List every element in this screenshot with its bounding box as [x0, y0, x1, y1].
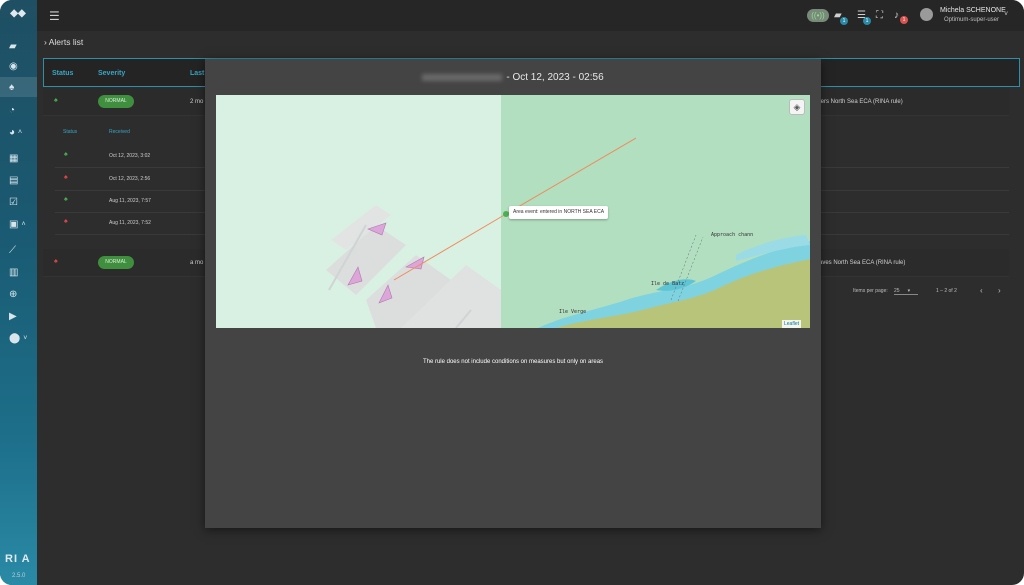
- bell-alert-icon: ♠: [64, 174, 68, 181]
- page-title: Alerts list: [48, 37, 84, 47]
- bell-ok-icon: ♠: [64, 151, 68, 158]
- chevron-up-icon: ˄: [21, 220, 26, 228]
- sidebar-item-ships[interactable]: ▰: [0, 36, 37, 56]
- hamburger-menu-icon[interactable]: ☰: [49, 9, 60, 23]
- layers-icon[interactable]: ◈: [789, 99, 805, 115]
- map-view[interactable]: ◈ Area event: entered in NORTH SEA ECA A…: [216, 95, 810, 328]
- sidebar-item-targets[interactable]: ⊕: [0, 284, 37, 304]
- description-cell: aves North Sea ECA (RINA rule): [819, 260, 906, 266]
- top-bar: ☰ ((•)) ▰ 1 ☰ 1 ⛶ ♪ 1 Michela SCHENONE O…: [37, 0, 1024, 31]
- ship-icon: ▰: [9, 40, 17, 52]
- target-icon: ⊕: [9, 288, 18, 300]
- items-per-page-label: Items per page:: [853, 288, 888, 294]
- sidebar-item-trends[interactable]: ⟋: [0, 240, 37, 260]
- column-header-last[interactable]: Last: [190, 70, 204, 77]
- chevron-down-icon: ˅: [23, 334, 28, 342]
- video-icon: ▶: [9, 310, 17, 322]
- sidebar-item-media[interactable]: ▶: [0, 306, 37, 326]
- pie-chart-icon: ◕: [9, 126, 16, 138]
- map-attribution[interactable]: Leaflet: [782, 320, 802, 328]
- map-label-ile-verge: Ile Verge: [559, 309, 587, 315]
- checklist-icon: ☑: [9, 196, 18, 208]
- redacted-ship-name: [422, 73, 503, 81]
- received-cell: Aug 11, 2023, 7:52: [109, 220, 151, 226]
- avatar[interactable]: [920, 8, 933, 21]
- sidebar-item-reports[interactable]: ▣ ˄: [0, 214, 37, 234]
- user-name: Michela SCHENONE: [940, 7, 1006, 14]
- alerts-badge: 1: [900, 16, 908, 24]
- user-menu-chevron-icon[interactable]: ˅: [1004, 11, 1008, 18]
- company-logo[interactable]: ◆◆: [8, 8, 28, 22]
- sidebar-item-alerts[interactable]: ♠: [0, 77, 37, 97]
- items-per-page-value: 25: [894, 288, 900, 294]
- sidebar-item-logbook[interactable]: ▥: [0, 262, 37, 282]
- dropdown-arrow-icon: ▾: [907, 288, 911, 294]
- bell-alert-icon: ♠: [64, 218, 68, 225]
- dialog-title: - Oct 12, 2023 - 02:56: [205, 72, 821, 83]
- user-role: Optimum-super-user: [944, 17, 1000, 23]
- column-header-severity[interactable]: Severity: [98, 70, 125, 77]
- sidebar-item-map[interactable]: ◉: [0, 56, 37, 76]
- alerts-bell-icon[interactable]: ♪: [894, 10, 899, 21]
- last-cell: a mo: [190, 260, 204, 266]
- sidebar-item-calendar[interactable]: ▤: [0, 170, 37, 190]
- rule-info-message: The rule does not include conditions on …: [422, 359, 604, 365]
- severity-badge: NORMAL: [98, 95, 134, 108]
- sidebar-item-analytics[interactable]: ◕ ˄: [0, 122, 37, 142]
- sidebar-item-checklist[interactable]: ☑: [0, 192, 37, 212]
- attribution-link[interactable]: Leaflet: [784, 321, 799, 327]
- subtable-header-status: Status: [63, 129, 78, 135]
- globe-icon: ◉: [9, 60, 18, 72]
- book-icon: ▥: [9, 266, 19, 278]
- bell-icon: ♠: [9, 81, 15, 93]
- chevron-up-icon: ˄: [18, 128, 23, 136]
- previous-page-button[interactable]: ‹: [980, 286, 983, 295]
- received-cell: Oct 12, 2023, 2:56: [109, 176, 151, 182]
- dialog-title-date: - Oct 12, 2023 - 02:56: [506, 72, 604, 83]
- alert-detail-dialog: - Oct 12, 2023 - 02:56 ◈ Area event: ent…: [205, 59, 821, 528]
- last-cell: 2 mo: [190, 99, 204, 105]
- map-label-approach: Approach chann: [711, 232, 754, 238]
- trend-icon: ⟋: [9, 244, 16, 256]
- received-cell: Oct 12, 2023, 3:02: [109, 153, 151, 159]
- fullscreen-icon[interactable]: ⛶: [876, 10, 883, 21]
- next-page-button[interactable]: ›: [998, 286, 1001, 295]
- dashboard-icon: ▦: [9, 152, 19, 164]
- description-cell: ters North Sea ECA (RINA rule): [819, 99, 903, 105]
- severity-badge: NORMAL: [98, 256, 134, 269]
- subtable-header-received: Received: [109, 129, 130, 135]
- breadcrumb: › Alerts list: [44, 37, 83, 47]
- calendar-icon: ▤: [9, 174, 19, 186]
- bell-ok-icon: ♠: [54, 97, 58, 104]
- product-logo: RI A: [5, 553, 31, 565]
- sidebar-item-dashboard[interactable]: ▦: [0, 148, 37, 168]
- gauge-icon: ◔: [9, 104, 16, 116]
- column-header-status[interactable]: Status: [52, 70, 73, 77]
- bell-alert-icon: ♠: [54, 258, 58, 265]
- sidebar-item-locations[interactable]: ⬤ ˅: [0, 328, 37, 348]
- map-popup: Area event: entered in NORTH SEA ECA: [509, 206, 609, 219]
- page-range: 1 – 2 of 2: [936, 288, 957, 294]
- app-version: 2.5.0: [12, 573, 26, 579]
- sidebar-item-performance[interactable]: ◔: [0, 100, 37, 120]
- received-cell: Aug 11, 2023, 7:57: [109, 198, 151, 204]
- pin-icon: ⬤: [9, 332, 21, 344]
- connection-status-icon[interactable]: ((•)): [807, 9, 829, 22]
- filters-badge: 1: [863, 17, 871, 25]
- report-icon: ▣: [9, 218, 19, 230]
- app-window: ◆◆ ▰ ◉ ♠ ◔ ◕ ˄ ▦ ▤ ☑ ▣ ˄ ⟋ ▥ ⊕ ▶ ⬤ ˅ RI A 2…: [0, 0, 1024, 585]
- chevron-right-icon: ›: [44, 37, 47, 47]
- items-per-page-select[interactable]: 25 ▾: [894, 288, 918, 295]
- sidebar: ◆◆ ▰ ◉ ♠ ◔ ◕ ˄ ▦ ▤ ☑ ▣ ˄ ⟋ ▥ ⊕ ▶ ⬤ ˅ RI A 2…: [0, 0, 37, 585]
- bell-ok-icon: ♠: [64, 196, 68, 203]
- map-label-ile-de-batz: Ile de Batz: [651, 281, 685, 287]
- ships-badge: 1: [840, 17, 848, 25]
